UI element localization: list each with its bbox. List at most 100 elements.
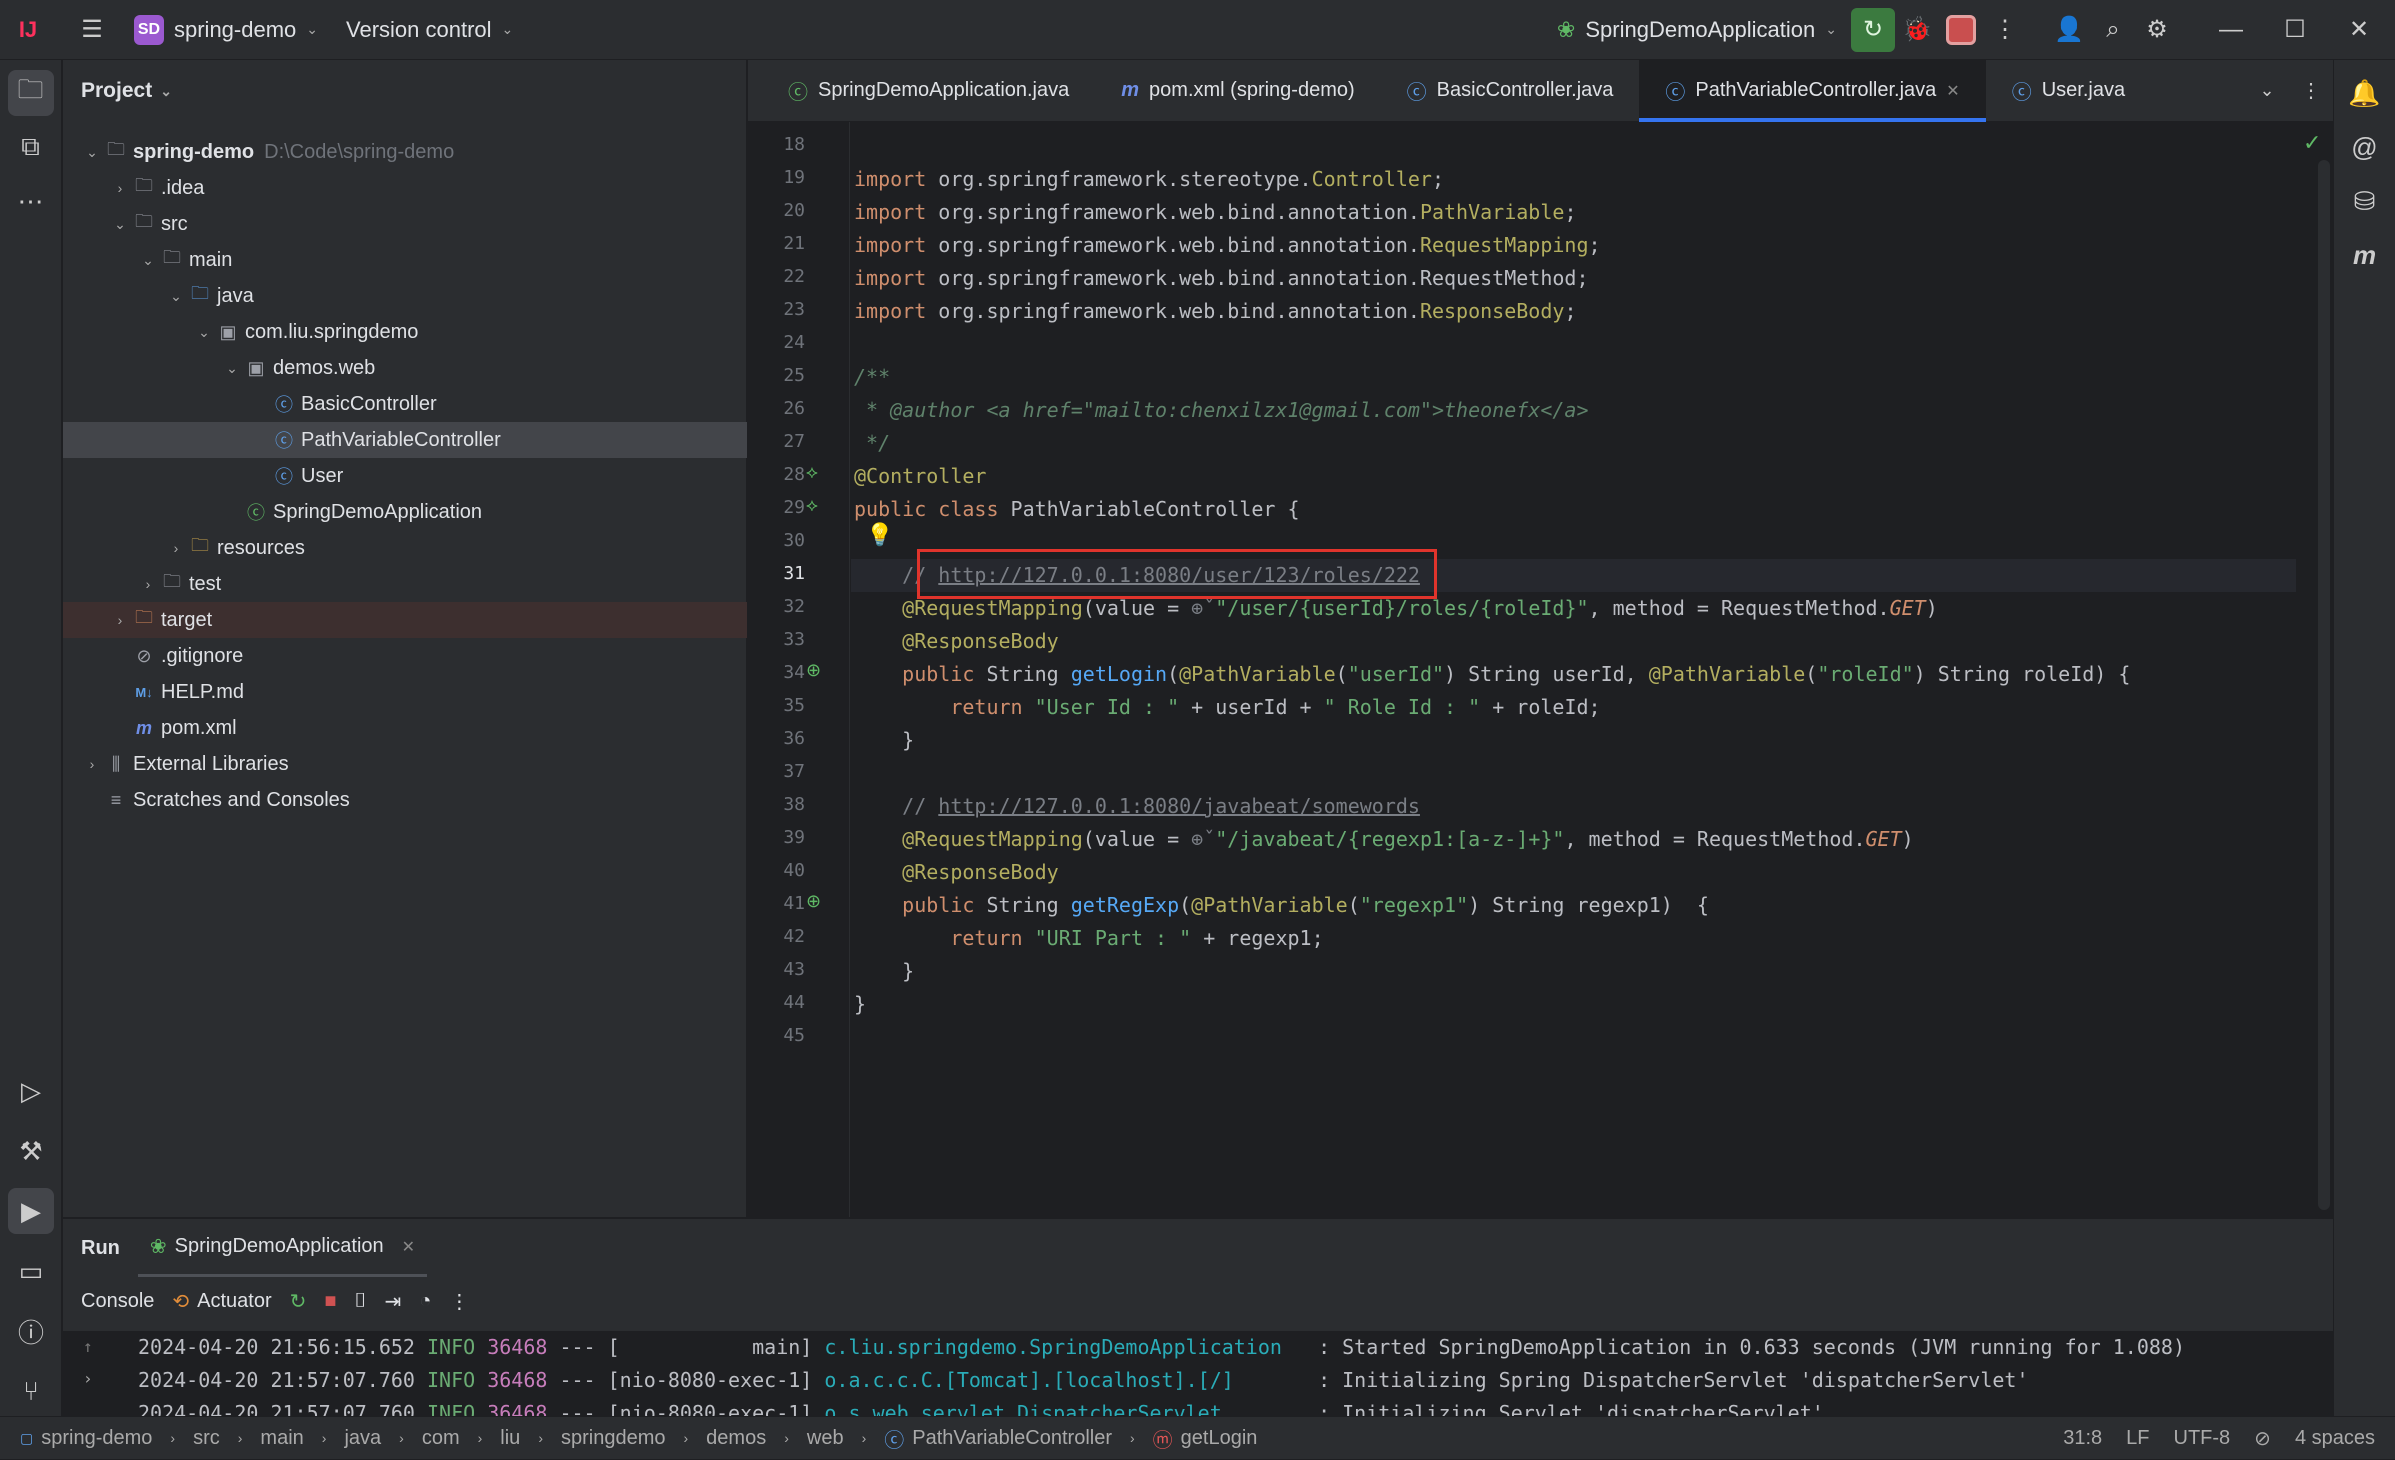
line-separator[interactable]: LF bbox=[2126, 1427, 2149, 1450]
main-menu-icon[interactable]: ☰ bbox=[70, 8, 114, 52]
tree-node[interactable]: m pom.xml bbox=[63, 710, 747, 746]
structure-icon[interactable]: ⧉ bbox=[8, 124, 54, 170]
exit-icon[interactable]: ⇥ bbox=[385, 1289, 402, 1314]
tree-node[interactable]: › 🗀 test bbox=[63, 566, 747, 602]
breadcrumb-item[interactable]: web bbox=[807, 1427, 844, 1450]
tree-node[interactable]: › ⫼ External Libraries bbox=[63, 746, 747, 782]
profiler-icon[interactable]: ◔ bbox=[419, 1290, 431, 1313]
tree-node[interactable]: ⌄ ▣ demos.web bbox=[63, 350, 747, 386]
project-panel-header[interactable]: Project ⌄ bbox=[63, 60, 746, 122]
tree-node[interactable]: › 🗀 .idea bbox=[63, 170, 747, 206]
indent-setting[interactable]: 4 spaces bbox=[2295, 1427, 2375, 1450]
actuator-tab[interactable]: ⟲ Actuator bbox=[172, 1289, 271, 1314]
breadcrumb-item[interactable]: demos bbox=[706, 1427, 766, 1450]
spring-bean-gutter-icon[interactable]: ⟡ bbox=[806, 495, 818, 516]
build-hammer-icon[interactable]: ⚒ bbox=[8, 1128, 54, 1174]
run-tool-icon[interactable]: ▶ bbox=[8, 1188, 54, 1234]
debug-icon[interactable]: 🐞 bbox=[1895, 8, 1939, 52]
tree-node[interactable]: ⌄ 🗀 spring-demo D:\Code\spring-demo bbox=[63, 134, 747, 170]
breadcrumb-item[interactable]: main bbox=[260, 1427, 303, 1450]
breadcrumb-item[interactable]: springdemo bbox=[561, 1427, 666, 1450]
chevron-right-icon[interactable]: › bbox=[109, 180, 131, 196]
editor-tab[interactable]: ⓒ User.java bbox=[1986, 60, 2151, 122]
more-actions-icon[interactable]: ⋮ bbox=[449, 1289, 469, 1314]
stop-icon[interactable]: ■ bbox=[324, 1290, 336, 1313]
tab-list-chevron-icon[interactable]: ⌄ bbox=[2245, 69, 2289, 113]
tree-node[interactable]: ⓒ User bbox=[63, 458, 747, 494]
breadcrumb-item[interactable]: getLogin bbox=[1181, 1427, 1258, 1450]
chevron-right-icon[interactable]: › bbox=[109, 612, 131, 628]
maven-icon[interactable]: m bbox=[2342, 232, 2388, 278]
chevron-down-icon[interactable]: ⌄ bbox=[221, 360, 243, 377]
settings-gear-icon[interactable]: ⚙ bbox=[2135, 8, 2179, 52]
editor-tab[interactable]: ⓒ SpringDemoApplication.java bbox=[762, 60, 1095, 122]
project-tool-folder-icon[interactable]: 🗀 bbox=[7, 70, 54, 116]
file-encoding[interactable]: UTF-8 bbox=[2174, 1427, 2231, 1450]
tree-node[interactable]: › 🗀 target bbox=[63, 602, 747, 638]
terminal-icon[interactable]: ▭ bbox=[8, 1248, 54, 1294]
chevron-down-icon[interactable]: ⌄ bbox=[109, 216, 131, 233]
database-icon[interactable]: ⛁ bbox=[2342, 178, 2388, 224]
version-control-menu[interactable]: Version control ⌄ bbox=[332, 8, 527, 52]
endpoint-gutter-icon[interactable]: ⊕ bbox=[806, 660, 821, 681]
intention-bulb-icon[interactable]: 💡 bbox=[866, 522, 893, 548]
tree-node[interactable]: ⌄ ▣ com.liu.springdemo bbox=[63, 314, 747, 350]
chevron-down-icon[interactable]: ⌄ bbox=[137, 252, 159, 269]
chevron-right-icon[interactable]: › bbox=[165, 540, 187, 556]
breadcrumb-item[interactable]: liu bbox=[500, 1427, 520, 1450]
tree-node[interactable]: ⌄ 🗀 java bbox=[63, 278, 747, 314]
more-actions-icon[interactable]: ⋮ bbox=[1983, 8, 2027, 52]
maximize-icon[interactable]: ☐ bbox=[2273, 8, 2317, 52]
endpoint-gutter-icon[interactable]: ⊕ bbox=[806, 891, 821, 912]
ai-assistant-icon[interactable]: @ bbox=[2342, 124, 2388, 170]
console-output[interactable]: ↑ › 2024-04-20 21:56:15.652 INFO 36468 -… bbox=[63, 1331, 2333, 1425]
services-icon[interactable]: ▷ bbox=[8, 1068, 54, 1114]
chevron-right-icon[interactable]: › bbox=[81, 756, 103, 772]
breadcrumb-item[interactable]: com bbox=[422, 1427, 460, 1450]
stop-icon[interactable] bbox=[1939, 8, 1983, 52]
tree-node[interactable]: ⊘ .gitignore bbox=[63, 638, 747, 674]
tree-node[interactable]: ≡ Scratches and Consoles bbox=[63, 782, 747, 818]
editor-tab[interactable]: ⓒ PathVariableController.java ✕ bbox=[1639, 59, 1987, 122]
readonly-toggle-icon[interactable]: ⊘ bbox=[2254, 1426, 2271, 1451]
run-config-tab[interactable]: ❀ SpringDemoApplication ✕ bbox=[137, 1219, 428, 1277]
caret-position[interactable]: 31:8 bbox=[2063, 1427, 2102, 1450]
project-switcher[interactable]: SD spring-demo ⌄ bbox=[120, 8, 332, 52]
chevron-down-icon[interactable]: ⌄ bbox=[165, 288, 187, 305]
scroll-up-icon[interactable]: ↑ bbox=[83, 1337, 93, 1356]
console-tab[interactable]: Console bbox=[81, 1290, 154, 1313]
tab-more-icon[interactable]: ⋮ bbox=[2289, 69, 2333, 113]
minimize-icon[interactable]: — bbox=[2209, 8, 2253, 52]
tree-node[interactable]: ⓒ BasicController bbox=[63, 386, 747, 422]
tree-node[interactable]: › 🗀 resources bbox=[63, 530, 747, 566]
editor-tab[interactable]: m pom.xml (spring-demo) bbox=[1095, 60, 1380, 122]
tree-node[interactable]: ⓒ SpringDemoApplication bbox=[63, 494, 747, 530]
expand-icon[interactable]: › bbox=[83, 1369, 93, 1388]
close-window-icon[interactable]: ✕ bbox=[2337, 8, 2381, 52]
add-user-icon[interactable]: 👤 bbox=[2047, 8, 2091, 52]
git-branch-icon[interactable]: ⑂ bbox=[8, 1368, 54, 1414]
rerun-icon[interactable]: ↻ bbox=[1851, 7, 1895, 52]
editor-tab[interactable]: ⓒ BasicController.java bbox=[1381, 60, 1640, 122]
rerun-icon[interactable]: ↻ bbox=[290, 1289, 307, 1314]
spring-bean-gutter-icon[interactable]: ⟡ bbox=[806, 462, 818, 483]
breadcrumb-item[interactable]: src bbox=[193, 1427, 220, 1450]
breadcrumb-item[interactable]: PathVariableController bbox=[912, 1427, 1112, 1450]
tree-node[interactable]: M↓ HELP.md bbox=[63, 674, 747, 710]
chevron-down-icon[interactable]: ⌄ bbox=[193, 324, 215, 341]
code-editor[interactable]: import org.springframework.stereotype.Co… bbox=[851, 122, 2296, 1217]
problems-icon[interactable]: ⓘ bbox=[8, 1308, 54, 1354]
breadcrumb-item[interactable]: spring-demo bbox=[41, 1427, 152, 1450]
chevron-down-icon[interactable]: ⌄ bbox=[81, 144, 103, 161]
notifications-bell-icon[interactable]: 🔔 bbox=[2342, 70, 2388, 116]
tree-node[interactable]: ⌄ 🗀 src bbox=[63, 206, 747, 242]
chevron-right-icon[interactable]: › bbox=[137, 576, 159, 592]
editor-scrollbar[interactable] bbox=[2318, 160, 2330, 1210]
run-config-selector[interactable]: ❀ SpringDemoApplication ⌄ bbox=[1543, 8, 1851, 52]
breadcrumb-item[interactable]: java bbox=[344, 1427, 381, 1450]
close-tab-icon[interactable]: ✕ bbox=[1946, 81, 1959, 101]
close-tab-icon[interactable]: ✕ bbox=[402, 1237, 415, 1257]
tree-node[interactable]: ⓒ PathVariableController bbox=[63, 422, 747, 458]
search-icon[interactable]: ⌕ bbox=[2091, 8, 2135, 52]
camera-icon[interactable]: ⌷ bbox=[355, 1290, 367, 1313]
